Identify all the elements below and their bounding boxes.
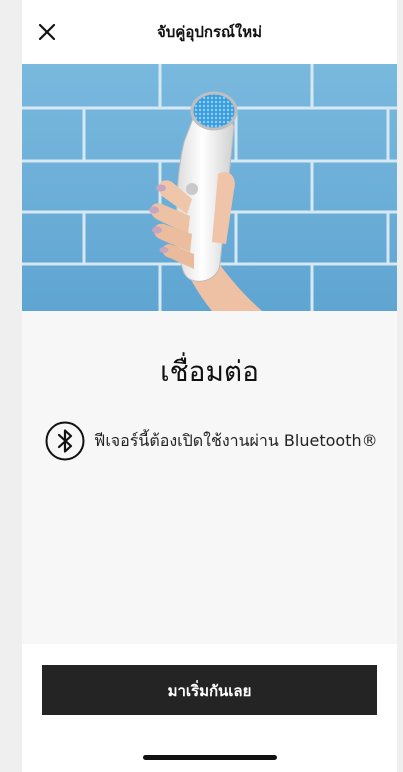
bluetooth-requirement: ฟีเจอร์นี้ต้องเปิดใช้งานผ่าน Bluetooth® (45, 420, 378, 462)
pair-device-screen: จับคู่อุปกรณ์ใหม่ เชื่อมต่อ ฟีเจอร์นี้ต้… (22, 0, 397, 772)
bluetooth-icon (45, 421, 85, 461)
start-button[interactable]: มาเริ่มกันเลย (42, 665, 377, 715)
connect-heading: เชื่อมต่อ (160, 355, 259, 388)
header-bar: จับคู่อุปกรณ์ใหม่ (22, 0, 397, 64)
page-title: จับคู่อุปกรณ์ใหม่ (156, 23, 263, 41)
bluetooth-requirement-text: ฟีเจอร์นี้ต้องเปิดใช้งานผ่าน Bluetooth® (94, 430, 378, 450)
device-photo (22, 64, 397, 311)
hero-image (22, 64, 397, 311)
connect-section: เชื่อมต่อ ฟีเจอร์นี้ต้องเปิดใช้งานผ่าน B… (22, 311, 397, 644)
home-indicator (143, 755, 277, 760)
footer: มาเริ่มกันเลย (22, 644, 397, 772)
